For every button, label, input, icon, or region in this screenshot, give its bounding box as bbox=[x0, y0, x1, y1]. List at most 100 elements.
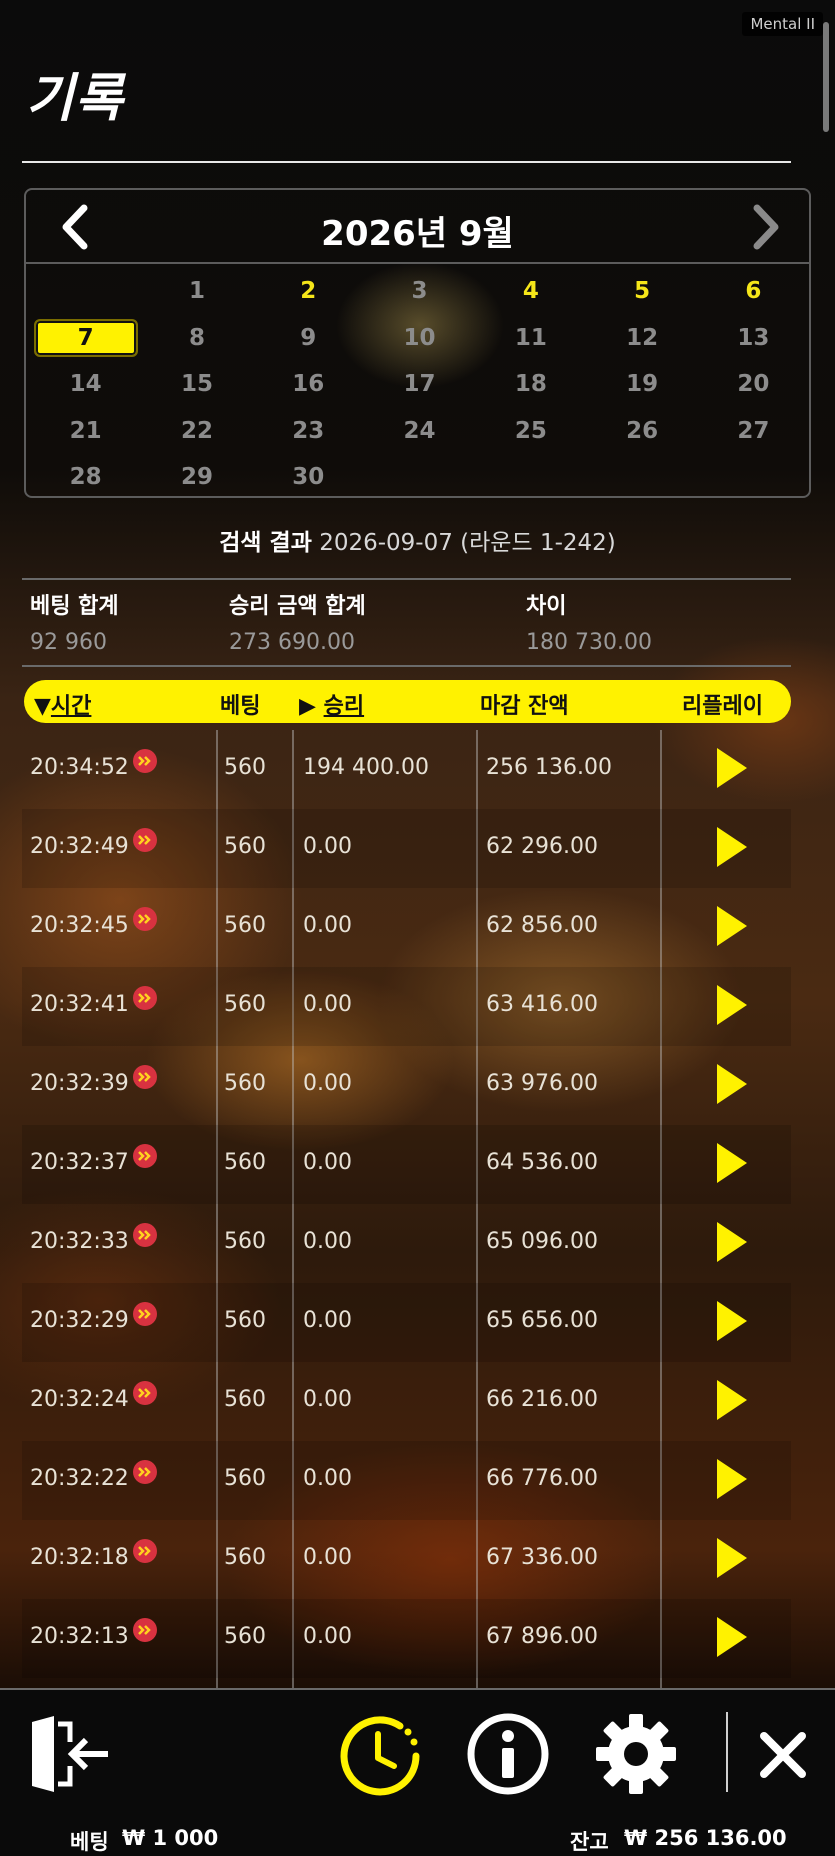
table-row: 20:32:39 560 0.00 63 976.00 bbox=[22, 1046, 791, 1125]
table-row: 20:32:29 560 0.00 65 656.00 bbox=[22, 1283, 791, 1362]
replay-play-icon[interactable] bbox=[715, 1457, 749, 1501]
calendar-day[interactable]: 15 bbox=[141, 361, 252, 408]
table-row: 20:32:37 560 0.00 64 536.00 bbox=[22, 1125, 791, 1204]
win-cell: 194 400.00 bbox=[303, 755, 429, 780]
replay-play-icon[interactable] bbox=[715, 1141, 749, 1185]
calendar-day[interactable]: 5 bbox=[586, 268, 697, 315]
calendar-day[interactable]: 22 bbox=[141, 408, 252, 455]
calendar-day-label: 6 bbox=[745, 278, 762, 305]
win-cell: 0.00 bbox=[303, 1624, 352, 1649]
replay-play-icon[interactable] bbox=[715, 1378, 749, 1422]
calendar-day[interactable]: 29 bbox=[141, 454, 252, 496]
calendar-day-label: 16 bbox=[292, 371, 325, 398]
status-bet-value: ₩ 1 000 bbox=[122, 1826, 219, 1850]
calendar-day[interactable]: 30 bbox=[253, 454, 364, 496]
calendar-day[interactable]: 12 bbox=[586, 315, 697, 362]
replay-play-icon[interactable] bbox=[715, 1536, 749, 1580]
replay-play-icon[interactable] bbox=[715, 904, 749, 948]
ticket-icon bbox=[133, 986, 157, 1010]
calendar-day[interactable]: 17 bbox=[364, 361, 475, 408]
replay-play-icon[interactable] bbox=[715, 1299, 749, 1343]
win-cell: 0.00 bbox=[303, 913, 352, 938]
calendar-day[interactable]: 25 bbox=[475, 408, 586, 455]
calendar-day[interactable]: 16 bbox=[253, 361, 364, 408]
replay-play-icon[interactable] bbox=[715, 1062, 749, 1106]
calendar-day[interactable]: 27 bbox=[698, 408, 809, 455]
time-cell: 20:32:41 bbox=[30, 992, 129, 1017]
calendar-day-label: 21 bbox=[69, 417, 102, 444]
ticket-icon bbox=[133, 1460, 157, 1484]
calendar-day[interactable]: 23 bbox=[253, 408, 364, 455]
calendar-day-label: 18 bbox=[514, 371, 547, 398]
sort-time-header[interactable]: ▼시간 bbox=[34, 688, 91, 720]
calendar-day[interactable]: 7 bbox=[30, 315, 141, 362]
calendar-day-label: 30 bbox=[292, 464, 325, 491]
watermark-label: Mental II bbox=[742, 12, 823, 36]
table-row: 20:32:24 560 0.00 66 216.00 bbox=[22, 1362, 791, 1441]
replay-play-icon[interactable] bbox=[715, 983, 749, 1027]
calendar-day-label: 15 bbox=[180, 371, 213, 398]
close-icon[interactable] bbox=[758, 1730, 808, 1780]
history-clock-icon[interactable] bbox=[338, 1712, 422, 1796]
win-cell: 0.00 bbox=[303, 834, 352, 859]
bet-cell: 560 bbox=[224, 1150, 266, 1175]
scrollbar[interactable] bbox=[823, 22, 829, 132]
balance-cell: 256 136.00 bbox=[486, 755, 612, 780]
calendar-day[interactable]: 28 bbox=[30, 454, 141, 496]
calendar-day[interactable]: 1 bbox=[141, 268, 252, 315]
time-cell: 20:32:24 bbox=[30, 1387, 129, 1412]
time-cell: 20:32:45 bbox=[30, 913, 129, 938]
win-cell: 0.00 bbox=[303, 1387, 352, 1412]
table-row: 20:32:18 560 0.00 67 336.00 bbox=[22, 1520, 791, 1599]
calendar-day[interactable]: 18 bbox=[475, 361, 586, 408]
ticket-icon bbox=[133, 749, 157, 773]
exit-door-icon[interactable] bbox=[28, 1716, 110, 1792]
calendar-day[interactable]: 20 bbox=[698, 361, 809, 408]
calendar-day-label: 19 bbox=[626, 371, 659, 398]
replay-play-icon[interactable] bbox=[715, 825, 749, 869]
gear-icon[interactable] bbox=[594, 1712, 678, 1796]
calendar-day[interactable]: 6 bbox=[698, 268, 809, 315]
calendar-day[interactable]: 21 bbox=[30, 408, 141, 455]
calendar-day[interactable]: 26 bbox=[586, 408, 697, 455]
calendar-day-label: 3 bbox=[411, 278, 428, 305]
search-result-value: 2026-09-07 (라운드 1-242) bbox=[319, 530, 616, 556]
balance-cell: 65 096.00 bbox=[486, 1229, 598, 1254]
chevron-right-icon[interactable] bbox=[743, 204, 787, 250]
status-bar: 베팅 ₩ 1 000 잔고 ₩ 256 136.00 bbox=[0, 1820, 835, 1856]
calendar-day[interactable]: 4 bbox=[475, 268, 586, 315]
sort-win-header[interactable]: ▶ 승리 bbox=[299, 688, 364, 720]
summary-bottom-divider bbox=[22, 665, 791, 667]
title-divider bbox=[22, 161, 791, 163]
info-icon[interactable] bbox=[466, 1712, 550, 1796]
bottom-toolbar bbox=[0, 1688, 835, 1820]
calendar-day-label: 23 bbox=[292, 417, 325, 444]
calendar-day[interactable]: 10 bbox=[364, 315, 475, 362]
time-cell: 20:32:39 bbox=[30, 1071, 129, 1096]
calendar-day[interactable]: 11 bbox=[475, 315, 586, 362]
replay-play-icon[interactable] bbox=[715, 1220, 749, 1264]
calendar-day[interactable]: 13 bbox=[698, 315, 809, 362]
calendar-day[interactable]: 2 bbox=[253, 268, 364, 315]
ticket-icon bbox=[133, 1144, 157, 1168]
time-cell: 20:32:29 bbox=[30, 1308, 129, 1333]
replay-play-icon[interactable] bbox=[715, 746, 749, 790]
calendar-day[interactable]: 9 bbox=[253, 315, 364, 362]
calendar-day[interactable]: 8 bbox=[141, 315, 252, 362]
calendar-day[interactable]: 3 bbox=[364, 268, 475, 315]
calendar-day[interactable]: 14 bbox=[30, 361, 141, 408]
table-row: 20:32:45 560 0.00 62 856.00 bbox=[22, 888, 791, 967]
balance-cell: 67 336.00 bbox=[486, 1545, 598, 1570]
bet-cell: 560 bbox=[224, 1387, 266, 1412]
replay-play-icon[interactable] bbox=[715, 1615, 749, 1659]
calendar-header: 2026년 9월 bbox=[26, 190, 809, 264]
ticket-icon bbox=[133, 1302, 157, 1326]
bet-cell: 560 bbox=[224, 1308, 266, 1333]
calendar-day[interactable]: 19 bbox=[586, 361, 697, 408]
bet-cell: 560 bbox=[224, 1466, 266, 1491]
calendar-day-label: 4 bbox=[522, 278, 539, 305]
calendar-day[interactable]: 24 bbox=[364, 408, 475, 455]
calendar-day-label: 12 bbox=[626, 324, 659, 351]
ticket-icon bbox=[133, 828, 157, 852]
calendar-day-label: 24 bbox=[403, 417, 436, 444]
